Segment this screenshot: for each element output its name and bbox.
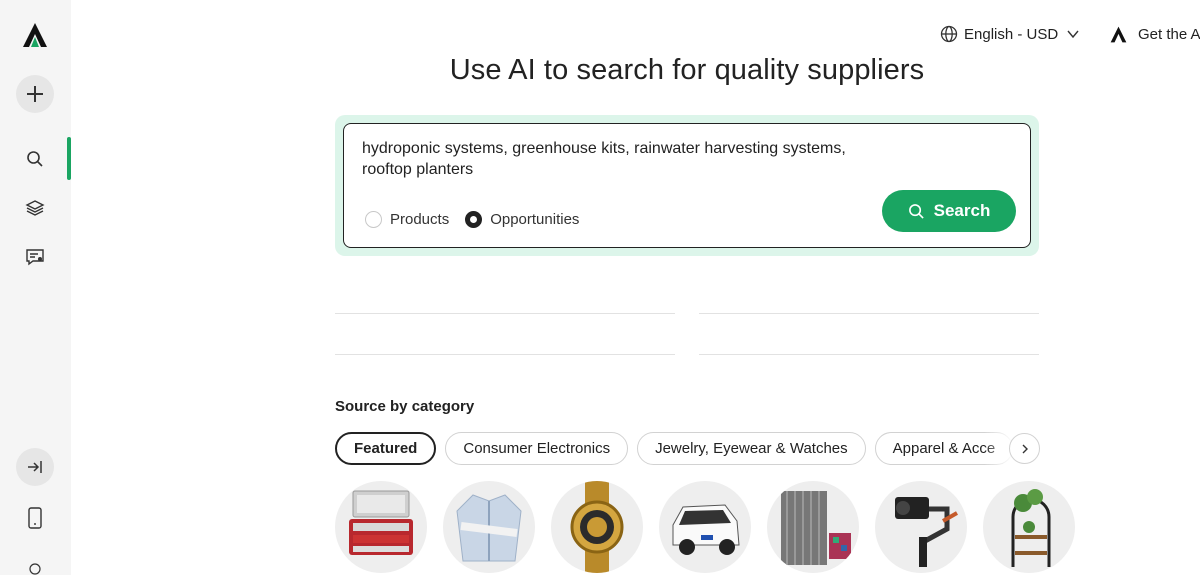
search-input[interactable]: hydroponic systems, greenhouse kits, rai…	[362, 138, 862, 180]
category-thumbnails	[335, 481, 1075, 573]
jacket-image	[456, 494, 522, 562]
active-indicator	[67, 137, 71, 180]
sidebar-item-layers[interactable]	[24, 197, 46, 219]
thumb-makeup-kit[interactable]	[335, 481, 427, 573]
category-chips: Featured Consumer Electronics Jewelry, Eye…	[335, 432, 1039, 466]
get-app-label: Get the A	[1138, 25, 1200, 43]
curtains-image	[781, 491, 851, 565]
expand-sidebar-button[interactable]	[16, 448, 54, 486]
thumb-plant-stand[interactable]	[983, 481, 1075, 573]
search-panel: hydroponic systems, greenhouse kits, rai…	[335, 115, 1039, 256]
arrow-right-bar-icon	[28, 461, 42, 473]
search-button-label: Search	[933, 201, 991, 220]
thumb-watch[interactable]	[551, 481, 643, 573]
radio-opportunities-circle[interactable]	[465, 211, 483, 228]
brand-logo-icon[interactable]	[22, 22, 48, 48]
thumb-curtains[interactable]	[767, 481, 859, 573]
plant-stand-image	[1011, 489, 1051, 567]
radio-products[interactable]: Products	[365, 211, 449, 228]
search-icon	[908, 203, 924, 219]
chevron-down-icon	[1067, 30, 1079, 39]
account-button[interactable]	[24, 558, 46, 575]
divider	[335, 313, 675, 314]
chip-jewelry-eyewear-watches[interactable]: Jewelry, Eyewear & Watches	[637, 432, 866, 465]
message-board-icon	[26, 249, 44, 266]
divider	[699, 354, 1039, 355]
language-currency-selector[interactable]: English - USD	[940, 24, 1080, 44]
user-circle-icon	[29, 563, 41, 575]
thumb-gimbal[interactable]	[875, 481, 967, 573]
mobile-app-button[interactable]	[24, 507, 46, 529]
language-label: English - USD	[964, 25, 1059, 43]
thumb-jacket[interactable]	[443, 481, 535, 573]
radio-opportunities[interactable]: Opportunities	[465, 211, 579, 228]
sidebar-item-search[interactable]	[24, 148, 46, 170]
radio-products-circle[interactable]	[365, 211, 382, 228]
chip-consumer-electronics[interactable]: Consumer Electronics	[445, 432, 629, 465]
thumb-mini-car[interactable]	[659, 481, 751, 573]
layers-icon	[25, 200, 45, 216]
plus-icon	[27, 86, 43, 102]
phone-icon	[28, 507, 42, 529]
chevron-right-icon	[1022, 444, 1028, 453]
globe-icon	[940, 25, 958, 43]
search-mode-radio-group: Products Opportunities	[365, 211, 595, 228]
search-icon	[27, 151, 43, 167]
search-box[interactable]: hydroponic systems, greenhouse kits, rai…	[343, 123, 1031, 248]
page-title: Use AI to search for quality suppliers	[449, 54, 925, 86]
makeup-kit-image	[349, 490, 413, 555]
camera-gimbal-image	[895, 497, 958, 567]
gold-watch-image	[570, 481, 624, 573]
brand-logo-small-icon	[1110, 26, 1127, 42]
sidebar-item-messages[interactable]	[24, 246, 46, 268]
divider	[335, 354, 675, 355]
chip-featured[interactable]: Featured	[335, 432, 437, 465]
divider	[699, 313, 1039, 314]
category-heading: Source by category	[335, 398, 475, 415]
mini-car-image	[672, 504, 740, 555]
chips-next-button[interactable]	[1009, 433, 1040, 464]
get-app-link[interactable]: Get the A	[1110, 24, 1200, 44]
new-chat-button[interactable]	[16, 75, 54, 113]
radio-opportunities-label: Opportunities	[490, 211, 580, 228]
sidebar	[0, 0, 71, 575]
radio-products-label: Products	[390, 211, 450, 228]
search-button[interactable]: Search	[882, 190, 1016, 232]
